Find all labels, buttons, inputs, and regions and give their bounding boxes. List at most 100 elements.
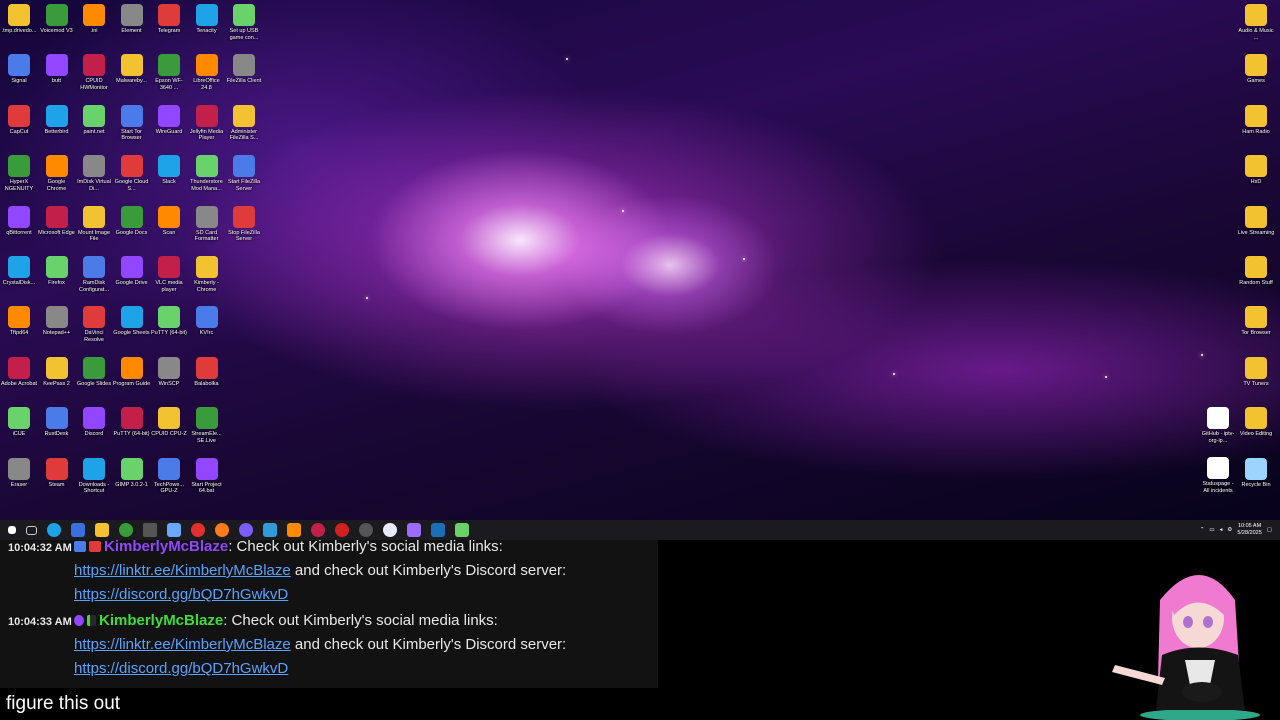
app-icon[interactable] bbox=[119, 523, 133, 537]
firefox-icon[interactable] bbox=[215, 523, 229, 537]
desktop-icon[interactable]: Balabolka bbox=[188, 353, 226, 401]
app-icon[interactable] bbox=[407, 523, 421, 537]
desktop-icon[interactable]: CPUID CPU-Z bbox=[150, 403, 188, 451]
desktop-icon[interactable]: Telegram bbox=[150, 0, 188, 48]
desktop-icon[interactable]: Kimberly - Chrome bbox=[188, 252, 226, 300]
app-icon[interactable] bbox=[239, 523, 253, 537]
desktop-folder-icon[interactable]: Ham Radio bbox=[1237, 101, 1275, 149]
desktop-icon[interactable]: Downloads - Shortcut bbox=[75, 454, 113, 502]
desktop-icon[interactable]: .tmp.drivedo... bbox=[0, 0, 38, 48]
network-icon[interactable]: ▭ bbox=[1209, 527, 1214, 533]
desktop-folder-icon[interactable]: Recycle Bin bbox=[1237, 454, 1275, 502]
desktop-icon[interactable]: TechPowe... GPU-Z bbox=[150, 454, 188, 502]
desktop-icon[interactable]: Google Slides bbox=[75, 353, 113, 401]
desktop-icon[interactable]: GIMP 3.0.2-1 bbox=[113, 454, 151, 502]
file-explorer-icon[interactable] bbox=[95, 523, 109, 537]
desktop-icon[interactable]: paint.net bbox=[75, 101, 113, 149]
app-icon[interactable] bbox=[311, 523, 325, 537]
desktop-icon[interactable]: Eraser bbox=[0, 454, 38, 502]
desktop-icon[interactable]: Administer FileZilla S... bbox=[225, 101, 263, 149]
chat-username[interactable]: KimberlyMcBlaze bbox=[99, 612, 223, 629]
desktop-icon[interactable]: Betterbird bbox=[38, 101, 76, 149]
app-icon[interactable] bbox=[167, 523, 181, 537]
desktop-icon[interactable]: Start FileZilla Server bbox=[225, 151, 263, 199]
desktop-icon[interactable]: Statuspage - All incidents bbox=[1199, 453, 1237, 501]
desktop-icon[interactable]: Google Docs bbox=[113, 202, 151, 250]
app-icon[interactable] bbox=[71, 523, 85, 537]
desktop-icon[interactable]: PuTTY (64-bit) bbox=[113, 403, 151, 451]
desktop-icon[interactable]: HyperX NGENUITY bbox=[0, 151, 38, 199]
desktop-icon[interactable]: CapCut bbox=[0, 101, 38, 149]
desktop-icon[interactable]: Google Chrome bbox=[38, 151, 76, 199]
desktop-icon[interactable]: Discord bbox=[75, 403, 113, 451]
linktree-link[interactable]: https://linktr.ee/KimberlyMcBlaze bbox=[74, 562, 291, 579]
desktop-icon[interactable]: Jellyfin Media Player bbox=[188, 101, 226, 149]
desktop-icon[interactable]: CPUID HWMonitor bbox=[75, 50, 113, 98]
notepadpp-icon[interactable] bbox=[455, 523, 469, 537]
desktop-icon[interactable]: ImDisk Virtual Di... bbox=[75, 151, 113, 199]
app-icon[interactable] bbox=[335, 523, 349, 537]
desktop-icon[interactable]: StreamEle... SE.Live bbox=[188, 403, 226, 451]
desktop-icon[interactable]: Scan bbox=[150, 202, 188, 250]
app-icon[interactable] bbox=[383, 523, 397, 537]
desktop-icon[interactable]: Start Tor Browser bbox=[113, 101, 151, 149]
settings-icon[interactable]: ⚙ bbox=[1227, 527, 1232, 533]
desktop-folder-icon[interactable]: HxD bbox=[1237, 151, 1275, 199]
desktop-icon[interactable]: Notepad++ bbox=[38, 302, 76, 350]
desktop-icon[interactable]: FileZilla Client bbox=[225, 50, 263, 98]
desktop-icon[interactable]: Microsoft Edge bbox=[38, 202, 76, 250]
desktop-icon[interactable]: Thunderstore Mod Mana... bbox=[188, 151, 226, 199]
desktop-icon[interactable]: KVIrc bbox=[188, 302, 226, 350]
desktop-icon[interactable]: Element bbox=[113, 0, 151, 48]
desktop-icon[interactable]: Voicemod V3 bbox=[38, 0, 76, 48]
vlc-icon[interactable] bbox=[287, 523, 301, 537]
desktop-folder-icon[interactable]: Games bbox=[1237, 50, 1275, 98]
desktop-icon[interactable]: PuTTY (64-bit) bbox=[150, 302, 188, 350]
desktop-icon[interactable]: Signal bbox=[0, 50, 38, 98]
clock[interactable]: 10:05 AM 5/28/2025 bbox=[1237, 523, 1261, 537]
desktop-icon[interactable]: Google Sheets bbox=[113, 302, 151, 350]
desktop-folder-icon[interactable]: Live Streaming bbox=[1237, 202, 1275, 250]
desktop-icon[interactable]: RustDesk bbox=[38, 403, 76, 451]
linktree-link[interactable]: https://linktr.ee/KimberlyMcBlaze bbox=[74, 636, 291, 653]
app-icon[interactable] bbox=[263, 523, 277, 537]
discord-link[interactable]: https://discord.gg/bQD7hGwkvD bbox=[74, 586, 288, 603]
desktop-icon[interactable]: qBittorrent bbox=[0, 202, 38, 250]
desktop-icon[interactable]: LibreOffice 24.8 bbox=[188, 50, 226, 98]
desktop-icon[interactable]: Tenacity bbox=[188, 0, 226, 48]
desktop-icon[interactable]: VLC media player bbox=[150, 252, 188, 300]
desktop-icon[interactable]: Tftpd64 bbox=[0, 302, 38, 350]
desktop-folder-icon[interactable]: Random Stuff bbox=[1237, 252, 1275, 300]
desktop-icon[interactable]: .ini bbox=[75, 0, 113, 48]
desktop-icon[interactable]: Mount Image File bbox=[75, 202, 113, 250]
volume-icon[interactable]: ◂ bbox=[1220, 527, 1223, 533]
chat-username[interactable]: KimberlyMcBlaze bbox=[104, 540, 228, 555]
notification-icon[interactable]: ▢ bbox=[1267, 527, 1272, 533]
desktop-icon[interactable]: CrystalDisk... bbox=[0, 252, 38, 300]
desktop-icon[interactable]: Set up USB game con... bbox=[225, 0, 263, 48]
desktop-icon[interactable]: DaVinci Resolve bbox=[75, 302, 113, 350]
desktop-icon[interactable]: RamDisk Configurat... bbox=[75, 252, 113, 300]
edge-icon[interactable] bbox=[47, 523, 61, 537]
desktop-folder-icon[interactable]: TV Tuners bbox=[1237, 353, 1275, 401]
desktop-icon[interactable]: SD Card Formatter bbox=[188, 202, 226, 250]
desktop-icon[interactable]: Google Drive bbox=[113, 252, 151, 300]
desktop-icon[interactable]: WireGuard bbox=[150, 101, 188, 149]
start-icon[interactable] bbox=[8, 526, 16, 534]
desktop-icon[interactable]: Adobe Acrobat bbox=[0, 353, 38, 401]
desktop-folder-icon[interactable]: Audio & Music ... bbox=[1237, 0, 1275, 48]
desktop-folder-icon[interactable]: Tor Browser bbox=[1237, 302, 1275, 350]
task-view-icon[interactable] bbox=[26, 525, 37, 535]
desktop-icon[interactable]: Google Cloud S... bbox=[113, 151, 151, 199]
chrome-icon[interactable] bbox=[143, 523, 157, 537]
desktop-icon[interactable]: Steam bbox=[38, 454, 76, 502]
desktop-icon[interactable]: Epson WF-3640 ... bbox=[150, 50, 188, 98]
desktop-icon[interactable]: GitHub - iptv-org-ip... bbox=[1199, 403, 1237, 451]
desktop-icon[interactable]: Slack bbox=[150, 151, 188, 199]
desktop-folder-icon[interactable]: Video Editing bbox=[1237, 403, 1275, 451]
desktop-icon[interactable]: iCUE bbox=[0, 403, 38, 451]
desktop-icon[interactable]: Malwareby... bbox=[113, 50, 151, 98]
app-icon[interactable] bbox=[359, 523, 373, 537]
chevron-up-icon[interactable]: ⌃ bbox=[1200, 527, 1205, 533]
desktop-icon[interactable]: KeePass 2 bbox=[38, 353, 76, 401]
